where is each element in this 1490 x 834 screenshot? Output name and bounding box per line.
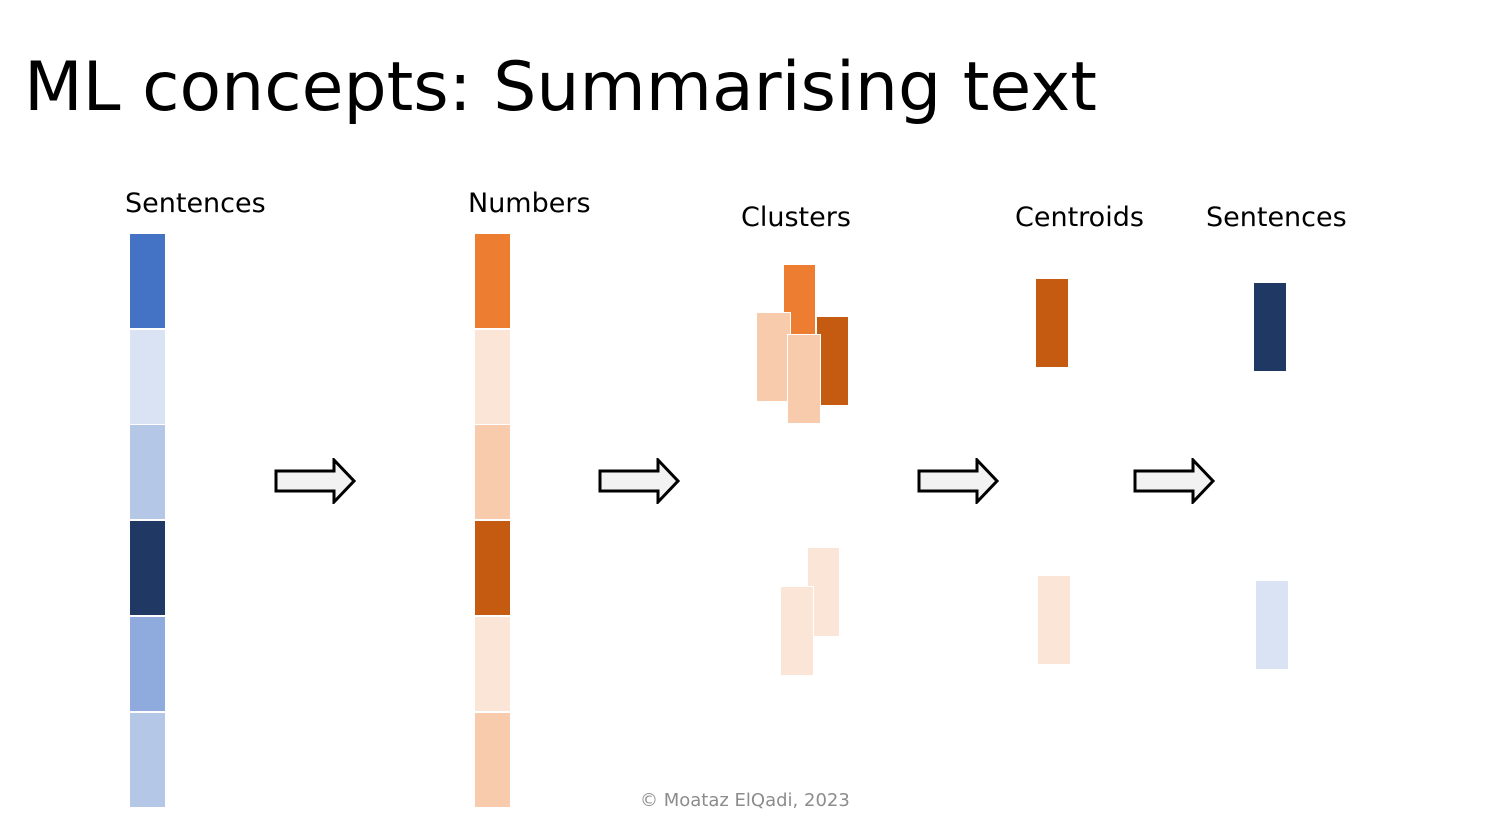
sentence-block xyxy=(129,520,166,617)
sentence-block xyxy=(129,424,166,521)
cluster-vector xyxy=(780,586,814,676)
label-sentences-output: Sentences xyxy=(1206,202,1347,233)
number-block xyxy=(474,711,511,808)
number-block xyxy=(474,520,511,617)
arrow-right-icon xyxy=(1133,458,1215,504)
label-numbers: Numbers xyxy=(468,188,591,219)
arrow-right-icon xyxy=(274,458,356,504)
arrow-right-icon xyxy=(917,458,999,504)
centroid-vector xyxy=(1035,278,1069,368)
copyright-footer: © Moataz ElQadi, 2023 xyxy=(640,790,850,811)
slide-title: ML concepts: Summarising text xyxy=(24,48,1097,127)
number-block xyxy=(474,424,511,521)
sentence-block xyxy=(129,615,166,712)
output-sentence xyxy=(1253,282,1287,372)
number-block xyxy=(474,615,511,712)
label-centroids: Centroids xyxy=(1015,202,1144,233)
cluster-vector xyxy=(756,312,791,402)
output-sentence xyxy=(1255,580,1289,670)
label-clusters: Clusters xyxy=(741,202,851,233)
number-block xyxy=(474,328,511,425)
sentence-block xyxy=(129,711,166,808)
sentence-block xyxy=(129,328,166,425)
sentence-block xyxy=(129,233,166,329)
label-sentences-input: Sentences xyxy=(125,188,266,219)
centroid-vector xyxy=(1037,575,1071,665)
arrow-right-icon xyxy=(598,458,680,504)
number-block xyxy=(474,233,511,329)
cluster-vector xyxy=(787,334,821,424)
